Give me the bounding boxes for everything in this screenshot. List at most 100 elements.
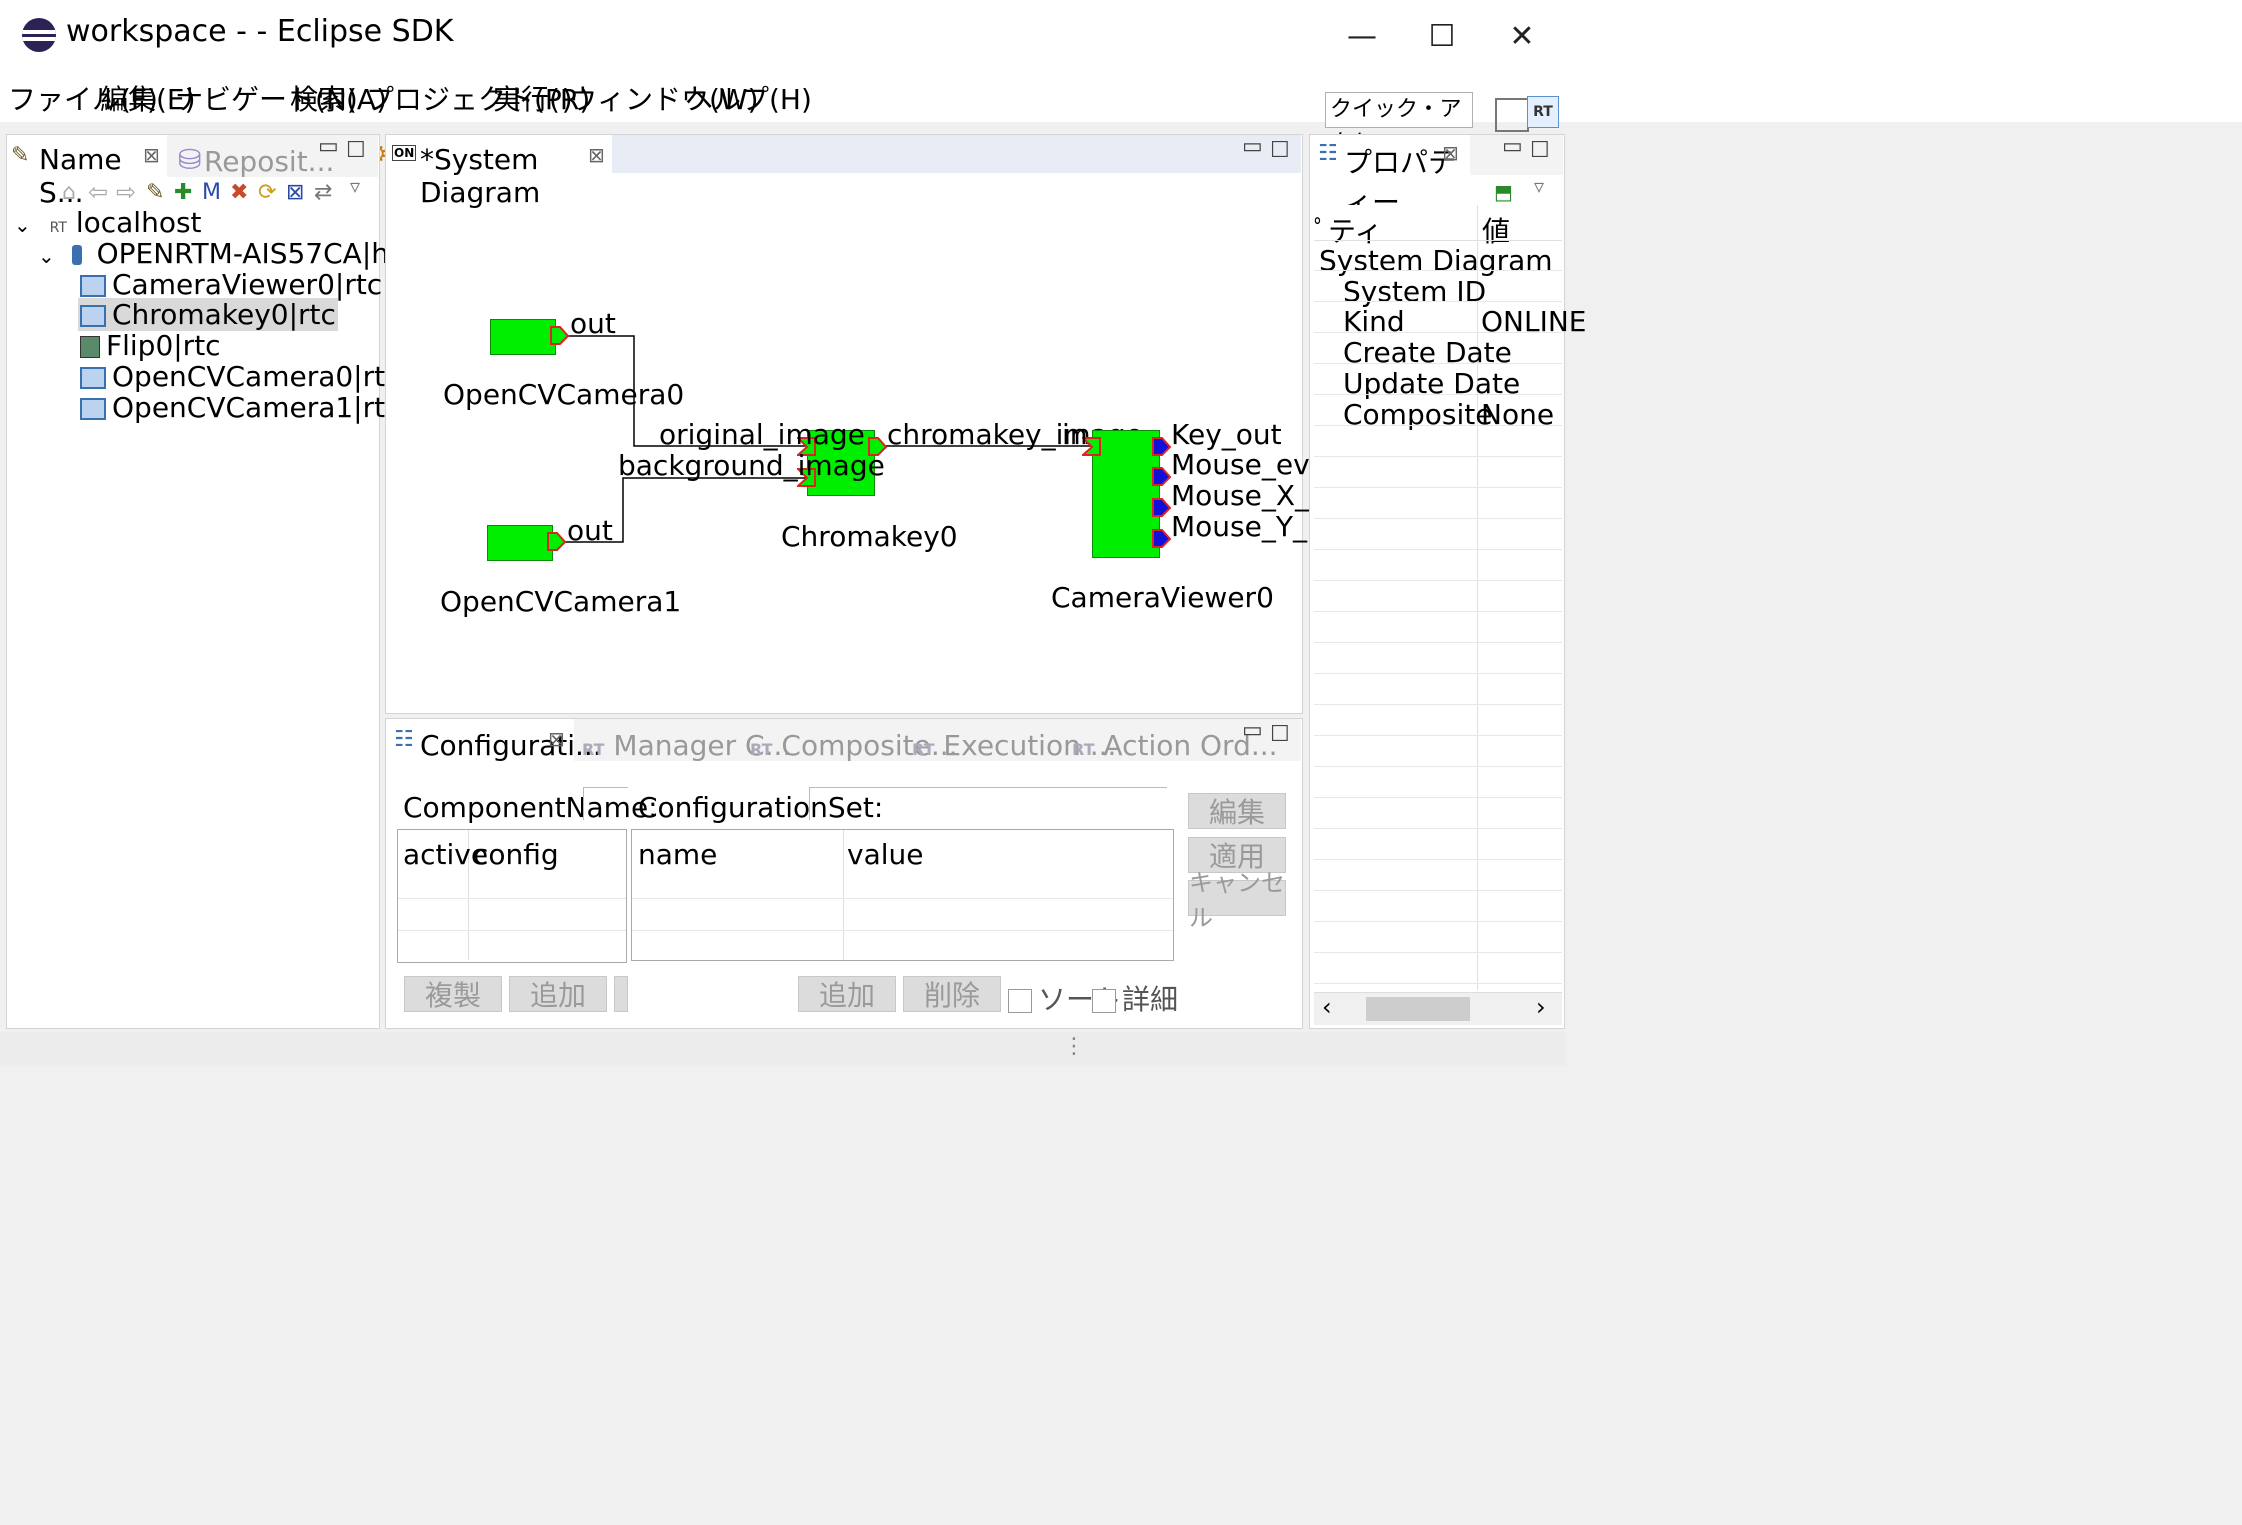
quick-access-input[interactable]: クイック・アクセス <box>1325 92 1473 156</box>
copy-button[interactable]: 複製 <box>404 976 502 1012</box>
add-manager-icon[interactable]: M <box>202 180 221 205</box>
host-context-icon <box>71 245 82 265</box>
column-header-name[interactable]: name <box>638 838 717 871</box>
row-divider <box>1314 518 1562 519</box>
open-perspective-icon[interactable] <box>1495 98 1529 132</box>
close-tab-icon[interactable]: ⊠ <box>588 143 605 167</box>
maximize-view-icon[interactable]: ☐ <box>1530 138 1550 163</box>
config-set-table[interactable]: active config <box>397 829 627 963</box>
close-tab-icon[interactable]: ⊠ <box>143 143 160 167</box>
add-config-set-button[interactable]: 追加 <box>509 976 607 1012</box>
tab-repository-label: Reposit... <box>204 145 335 178</box>
close-tab-icon[interactable]: ⊠ <box>1442 141 1459 165</box>
row-divider <box>1314 797 1562 798</box>
row-divider <box>1314 611 1562 612</box>
tab-configuration[interactable]: ☷ Configurati... ⊠ <box>386 719 602 762</box>
component-cameraviewer0[interactable] <box>1092 430 1160 558</box>
tree-node-rtc[interactable]: OpenCVCamera0|rtc <box>80 360 401 393</box>
edit-button[interactable]: 編集 <box>1188 793 1286 829</box>
maximize-view-icon[interactable]: ☐ <box>346 138 366 163</box>
checkbox-box[interactable] <box>1008 989 1032 1013</box>
tree-node-rtc[interactable]: CameraViewer0|rtc <box>80 268 382 301</box>
outport-icon[interactable] <box>1152 529 1172 549</box>
detail-checkbox[interactable]: 詳細 <box>1092 978 1178 1018</box>
home-icon[interactable]: ⌂ <box>62 180 76 205</box>
tree-node-localhost[interactable]: ⌄ RT localhost <box>14 206 202 239</box>
checkbox-box[interactable] <box>1092 989 1116 1013</box>
connect-ns-icon[interactable]: ✎ <box>146 180 164 205</box>
minimize-view-icon[interactable]: ▭ <box>1242 134 1263 159</box>
link-editor-icon[interactable]: ⇄ <box>314 180 332 205</box>
collapse-arrow-icon[interactable]: ⌄ <box>14 213 31 237</box>
configuration-set-field[interactable] <box>809 787 1167 820</box>
row-divider <box>1314 332 1562 333</box>
maximize-view-icon[interactable]: ☐ <box>1270 722 1290 747</box>
delete-param-button[interactable]: 削除 <box>903 976 1001 1012</box>
truncated-button[interactable] <box>614 976 628 1012</box>
name-service-icon: ✎ <box>11 143 30 168</box>
tree-node-rtc[interactable]: Flip0|rtc <box>80 329 221 362</box>
scroll-right-icon[interactable]: › <box>1536 993 1546 1021</box>
nav-back-icon[interactable]: ⇦ <box>88 178 108 206</box>
row-divider <box>1314 983 1562 984</box>
tree-node-rtc[interactable]: OpenCVCamera1|rtc <box>80 391 401 424</box>
outport-icon[interactable] <box>1152 437 1172 457</box>
row-divider <box>1314 952 1562 953</box>
component-opencvcamera1[interactable] <box>487 525 553 561</box>
nav-forward-icon[interactable]: ⇨ <box>116 178 136 206</box>
collapse-arrow-icon[interactable]: ⌄ <box>38 244 55 268</box>
property-key: System ID <box>1343 275 1487 308</box>
component-opencvcamera0[interactable] <box>490 319 556 355</box>
row-divider <box>1314 580 1562 581</box>
outport-icon[interactable] <box>1152 498 1172 518</box>
rt-perspective-icon[interactable]: RT <box>1527 96 1559 128</box>
rt-badge-icon: RT <box>49 220 67 236</box>
cancel-button[interactable]: キャンセル <box>1188 869 1286 932</box>
repository-icon: ⛁ <box>178 143 202 176</box>
view-menu-icon[interactable]: ▿ <box>350 174 360 198</box>
configuration-icon: ☷ <box>394 727 414 752</box>
tab-name-service[interactable]: ✎ Name S... ⊠ <box>7 135 167 209</box>
add-ns-icon[interactable]: ✚ <box>174 180 192 205</box>
tree-node-rtc-selected[interactable]: Chromakey0|rtc <box>78 298 338 331</box>
maximize-view-icon[interactable]: ☐ <box>1270 138 1290 163</box>
add-param-button[interactable]: 追加 <box>798 976 896 1012</box>
view-menu-icon[interactable]: ▿ <box>1534 174 1544 198</box>
rt-tab-icon: RT <box>1072 740 1095 759</box>
refresh-icon[interactable]: ⟳ <box>258 180 276 205</box>
tab-properties[interactable]: ☷ プロパティー ⊠ <box>1310 135 1470 219</box>
minimize-view-icon[interactable]: ▭ <box>1242 718 1263 743</box>
maximize-button[interactable]: ☐ <box>1412 10 1472 62</box>
tab-repository[interactable]: ⛁ Reposit... <box>176 135 334 178</box>
properties-hscrollbar[interactable]: ‹ › <box>1314 992 1562 1025</box>
row-divider <box>1314 921 1562 922</box>
config-params-table[interactable]: name value <box>631 829 1174 961</box>
rt-tab-icon: RT <box>912 740 935 759</box>
port-label: out <box>567 514 613 547</box>
tab-system-diagram[interactable]: ON *System Diagram ⊠ <box>386 135 612 209</box>
menu-help[interactable]: ヘルプ(H) <box>685 78 812 118</box>
scrollbar-thumb[interactable] <box>1366 997 1470 1021</box>
resize-handle-icon[interactable]: ⋮ <box>1063 1034 1085 1059</box>
minimize-view-icon[interactable]: ▭ <box>1502 134 1523 159</box>
close-button[interactable]: ✕ <box>1492 10 1552 62</box>
pin-view-icon[interactable]: ⬒ <box>1494 180 1513 204</box>
component-name-field[interactable] <box>583 787 628 820</box>
column-divider <box>843 830 844 960</box>
close-tab-icon[interactable]: ⊠ <box>548 727 565 751</box>
collapse-all-icon[interactable]: ⊠ <box>286 180 304 205</box>
outport-icon[interactable] <box>547 532 567 552</box>
remove-ns-icon[interactable]: ✖ <box>230 180 248 205</box>
scroll-left-icon[interactable]: ‹ <box>1322 993 1332 1021</box>
column-header-config[interactable]: config <box>473 838 559 871</box>
outport-icon[interactable] <box>550 326 570 346</box>
tree-node-label: localhost <box>75 206 202 239</box>
row-divider <box>398 898 626 899</box>
row-divider <box>1314 642 1562 643</box>
row-divider <box>1314 394 1562 395</box>
column-header-value[interactable]: value <box>847 838 923 871</box>
minimize-button[interactable]: — <box>1332 10 1392 62</box>
outport-icon[interactable] <box>1152 467 1172 487</box>
minimize-view-icon[interactable]: ▭ <box>318 134 339 159</box>
properties-icon: ☷ <box>1318 141 1338 166</box>
